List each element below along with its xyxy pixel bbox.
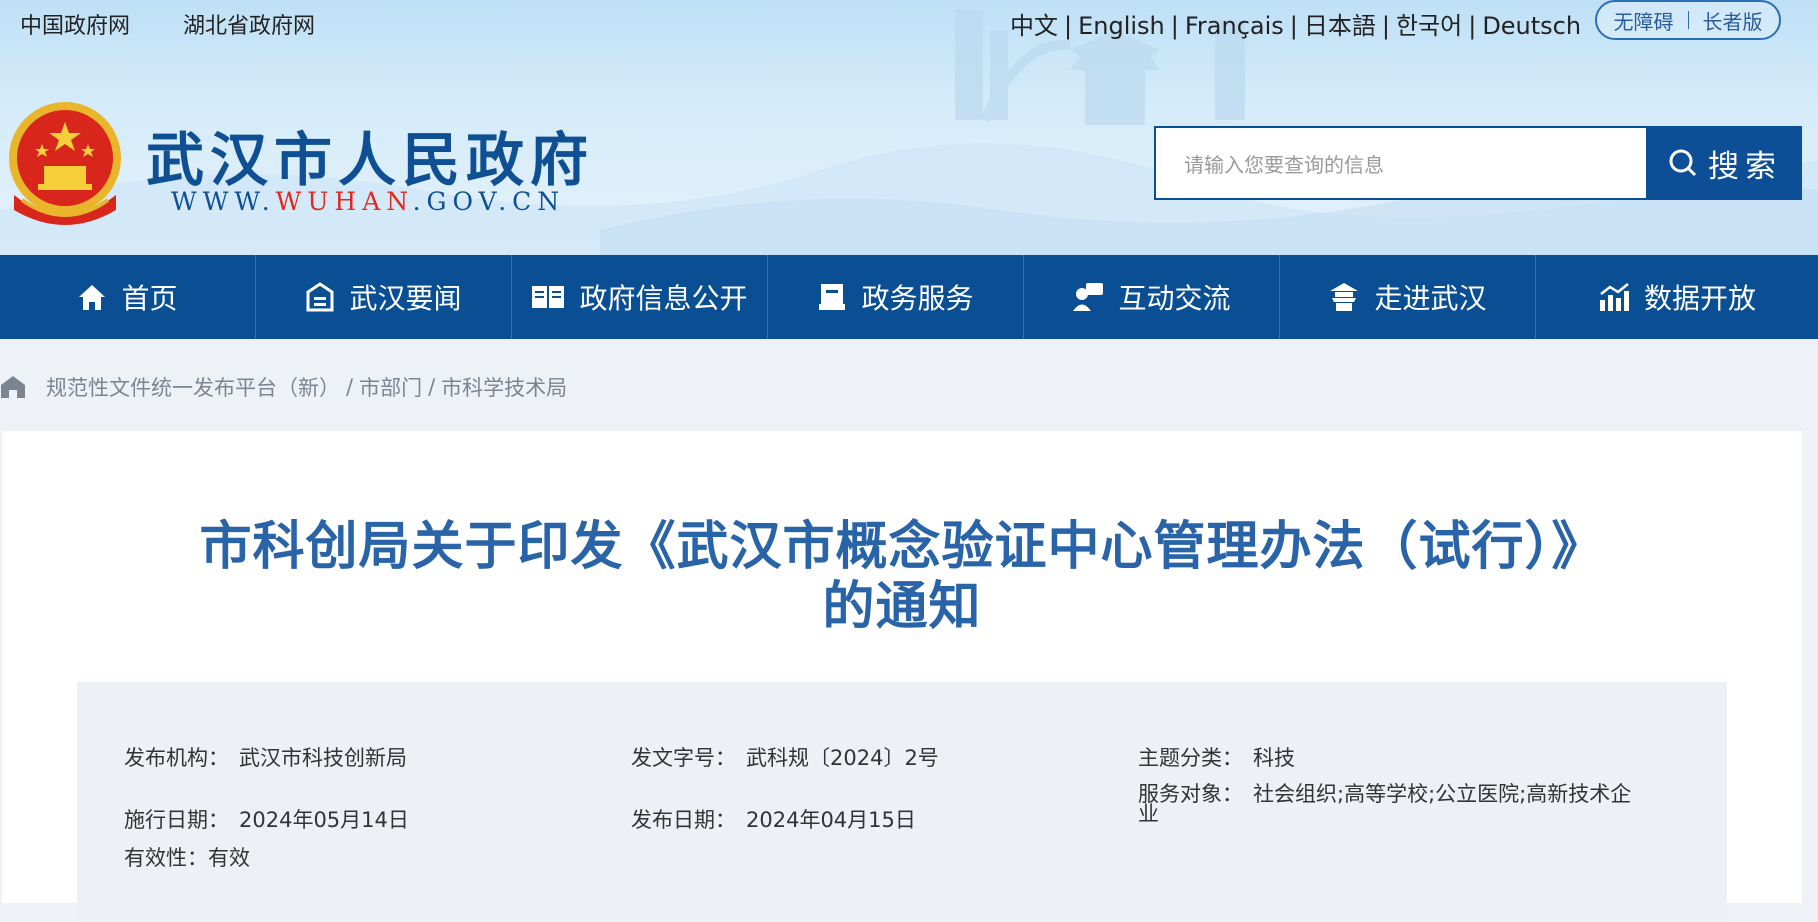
site-title: 武汉市人民政府 [146, 126, 595, 194]
elder-version-link[interactable]: 长者版 [1703, 6, 1763, 35]
nav-label: 数据开放 [1643, 282, 1756, 315]
breadcrumb: 规范性文件统一发布平台（新） / 市部门 / 市科学技术局 [0, 362, 567, 412]
document-metadata: 发布机构： 武汉市科技创新局 发文字号： 武科规〔2024〕2号 主题分类： 科技 施… [77, 682, 1727, 922]
home-icon[interactable] [0, 375, 26, 399]
meta-label: 有效性： [124, 846, 208, 870]
top-link-gov-cn[interactable]: 中国政府网 [20, 8, 130, 40]
lang-zh[interactable]: 中文 [1010, 12, 1058, 40]
meta-value: 社会组织;高等学校;公立医院;高新技术企 [1253, 782, 1632, 806]
meta-service-target: 服务对象： 社会组织;高等学校;公立医院;高新技术企 业 [1138, 782, 1632, 826]
article-title: 市科创局关于印发《武汉市概念验证中心管理办法（试行）》 的通知 [112, 517, 1692, 637]
breadcrumb-link-science-bureau[interactable]: 市科学技术局 [441, 372, 567, 402]
nav-label: 政务服务 [861, 282, 974, 315]
meta-value: 科技 [1253, 746, 1295, 770]
meta-label: 主题分类： [1138, 746, 1243, 770]
meta-label: 发文字号： [631, 746, 736, 770]
chat-icon [1073, 283, 1104, 311]
meta-value-continued: 业 [1138, 802, 1159, 826]
nav-label: 政府信息公开 [579, 282, 748, 315]
meta-effective-date: 施行日期： 2024年05月14日 [124, 804, 409, 834]
book-icon [532, 286, 565, 308]
search-input[interactable]: 请输入您要查询的信息 [1154, 126, 1648, 200]
meta-issuer: 发布机构： 武汉市科技创新局 [124, 742, 407, 772]
nav-item-home[interactable]: 首页 [0, 255, 256, 339]
breadcrumb-separator: / [346, 375, 354, 399]
meta-label: 施行日期： [124, 808, 229, 832]
article-title-line-2: 的通知 [822, 577, 982, 637]
chart-icon [1599, 283, 1629, 311]
barrier-free-link[interactable]: 无障碍 [1614, 6, 1674, 35]
breadcrumb-link-platform[interactable]: 规范性文件统一发布平台（新） [46, 372, 340, 402]
url-prefix: WWW. [171, 187, 276, 216]
search-button[interactable]: 搜索 [1648, 126, 1802, 200]
site-header: 中国政府网 湖北省政府网 中文 | English | Français | 日本語 | 한국어… [0, 0, 1818, 255]
nav-label: 互动交流 [1118, 282, 1231, 315]
news-icon [306, 282, 334, 312]
article-title-line-1: 市科创局关于印发《武汉市概念验证中心管理办法（试行）》 [199, 517, 1605, 577]
meta-validity: 有效性：有效 [124, 842, 250, 872]
nav-item-into-wuhan[interactable]: 走进武汉 [1280, 255, 1536, 339]
nav-label: 走进武汉 [1374, 282, 1487, 315]
lang-fr[interactable]: Français [1185, 12, 1284, 40]
language-switcher: 中文 | English | Français | 日本語 | 한국어 | Deutsch [1010, 12, 1582, 40]
meta-value: 有效 [208, 846, 250, 870]
lang-en[interactable]: English [1078, 12, 1165, 40]
tower-icon [1330, 283, 1359, 311]
nav-item-gov-info[interactable]: 政府信息公开 [512, 255, 768, 339]
meta-topic: 主题分类： 科技 [1138, 742, 1295, 772]
breadcrumb-link-city-departments[interactable]: 市部门 [359, 372, 422, 402]
meta-value: 2024年05月14日 [239, 808, 409, 832]
nav-label: 首页 [121, 282, 178, 315]
home-icon [79, 285, 106, 310]
lang-de[interactable]: Deutsch [1482, 12, 1581, 40]
url-suffix: .GOV.CN [412, 187, 566, 216]
nav-item-open-data[interactable]: 数据开放 [1536, 255, 1818, 339]
top-link-hubei-gov[interactable]: 湖北省政府网 [183, 8, 315, 40]
meta-publish-date: 发布日期： 2024年04月15日 [631, 804, 916, 834]
nav-item-wuhan-news[interactable]: 武汉要闻 [256, 255, 512, 339]
nav-label: 武汉要闻 [349, 282, 462, 315]
main-nav: 首页 武汉要闻 政府信息公开 政务服务 互动交流 走进武汉 数据开放 [0, 255, 1818, 339]
meta-doc-number: 发文字号： 武科规〔2024〕2号 [631, 742, 939, 772]
meta-label: 发布机构： [124, 746, 229, 770]
lang-ko[interactable]: 한국어 [1396, 12, 1462, 40]
breadcrumb-separator: / [428, 375, 436, 399]
meta-value: 2024年04月15日 [746, 808, 916, 832]
search-icon [1669, 149, 1697, 177]
meta-value: 武科规〔2024〕2号 [746, 746, 939, 770]
nav-item-interaction[interactable]: 互动交流 [1024, 255, 1280, 339]
divider [1687, 11, 1689, 29]
service-icon [819, 284, 846, 310]
accessibility-toggle: 无障碍 长者版 [1595, 0, 1781, 40]
national-emblem-icon [9, 102, 121, 225]
meta-value: 武汉市科技创新局 [239, 746, 407, 770]
meta-label: 发布日期： [631, 808, 736, 832]
lang-ja[interactable]: 日本語 [1304, 12, 1376, 40]
article-card: 市科创局关于印发《武汉市概念验证中心管理办法（试行）》 的通知 发布机构： 武汉市… [2, 431, 1802, 922]
url-highlight: WUHAN [275, 187, 413, 216]
search-button-label: 搜索 [1708, 148, 1782, 185]
site-url: WWW.WUHAN.GOV.CN [171, 187, 565, 216]
nav-item-gov-service[interactable]: 政务服务 [768, 255, 1024, 339]
